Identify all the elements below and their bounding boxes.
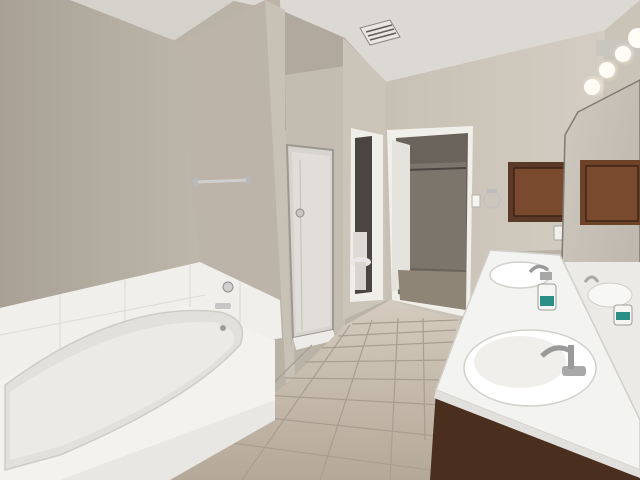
closet-doorway-icon (387, 126, 473, 318)
bathroom-scene (0, 0, 640, 480)
left-wall (0, 0, 200, 308)
shower-stall-icon (285, 143, 336, 350)
light-switch (471, 194, 481, 208)
vanity-sink-icon (463, 329, 597, 407)
toilet-room-doorway (350, 128, 383, 302)
soap-dispenser-icon (537, 283, 557, 311)
